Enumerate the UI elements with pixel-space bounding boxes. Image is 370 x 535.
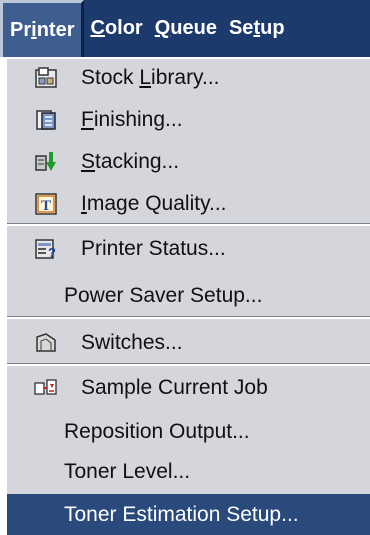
menu-item-reposition-output[interactable]: Reposition Output... [7,413,370,450]
toner-estimation-setup-label: Toner Estimation Setup... [64,502,299,526]
svg-text:?: ? [48,245,56,260]
power-saver-setup-label: Power Saver Setup... [64,283,263,307]
menu-color-text: olor [104,17,143,39]
menu-printer-text-b: nter [36,18,75,41]
menu-printer-text-a: Pr [10,18,32,41]
menu-queue-text: ueue [170,17,217,39]
menu-bar: Pr i nter Color Queue Se t up [0,0,370,57]
menu-item-image-quality[interactable]: T Image Quality... [7,185,370,222]
stacking-mnemonic: S [81,149,96,173]
printer-status-label: Printer Status... [81,236,226,260]
menu-item-sample-current-job[interactable]: Sample Current Job [7,369,370,406]
menu-item-power-saver-setup[interactable]: Power Saver Setup... [7,277,370,314]
image-quality-label-b: mage Quality... [86,191,227,215]
menu-separator [7,223,370,226]
printer-status-icon: ? [34,237,58,261]
menu-color-mnemonic: C [90,17,105,39]
toner-level-label: Toner Level... [64,459,191,483]
reposition-output-label: Reposition Output... [64,419,250,443]
menu-item-switches[interactable]: Switches... [7,324,370,361]
stock-library-mnemonic: L [139,65,152,89]
menu-queue[interactable]: Queue [149,0,223,57]
printer-dropdown-menu: Stock Library... Finishing... Stacking..… [4,57,370,535]
switches-icon [34,331,58,355]
stacking-icon [34,150,58,174]
menu-separator [7,363,370,366]
menu-setup-text-a: Se [228,17,254,39]
stock-library-icon [34,66,58,90]
menu-color[interactable]: Color [84,0,148,57]
menu-queue-mnemonic: Q [154,17,171,39]
menu-item-stock-library[interactable]: Stock Library... [7,59,370,96]
finishing-icon [34,108,58,132]
menu-setup-text-b: up [260,17,285,39]
finishing-mnemonic: F [81,107,94,131]
menu-setup[interactable]: Se t up [223,0,291,57]
menu-item-toner-level[interactable]: Toner Level... [7,453,370,490]
stock-library-label-b: ibrary... [151,65,220,89]
menu-item-finishing[interactable]: Finishing... [7,101,370,138]
menu-item-stacking[interactable]: Stacking... [7,143,370,180]
switches-label: Switches... [81,330,183,354]
menu-item-toner-estimation-setup[interactable]: Toner Estimation Setup... [7,494,370,535]
finishing-label-b: inishing... [93,107,183,131]
menu-item-printer-status[interactable]: ? Printer Status... [7,230,370,267]
image-quality-icon: T [34,192,58,216]
sample-current-job-label: Sample Current Job [81,375,268,399]
stacking-label-b: tacking... [95,149,180,173]
menu-printer[interactable]: Pr i nter [0,0,85,57]
menu-separator [7,316,370,319]
svg-text:T: T [41,198,51,214]
menu-setup-mnemonic: t [253,17,261,39]
stock-library-label-a: Stock [81,65,140,89]
sample-job-icon [34,376,58,400]
